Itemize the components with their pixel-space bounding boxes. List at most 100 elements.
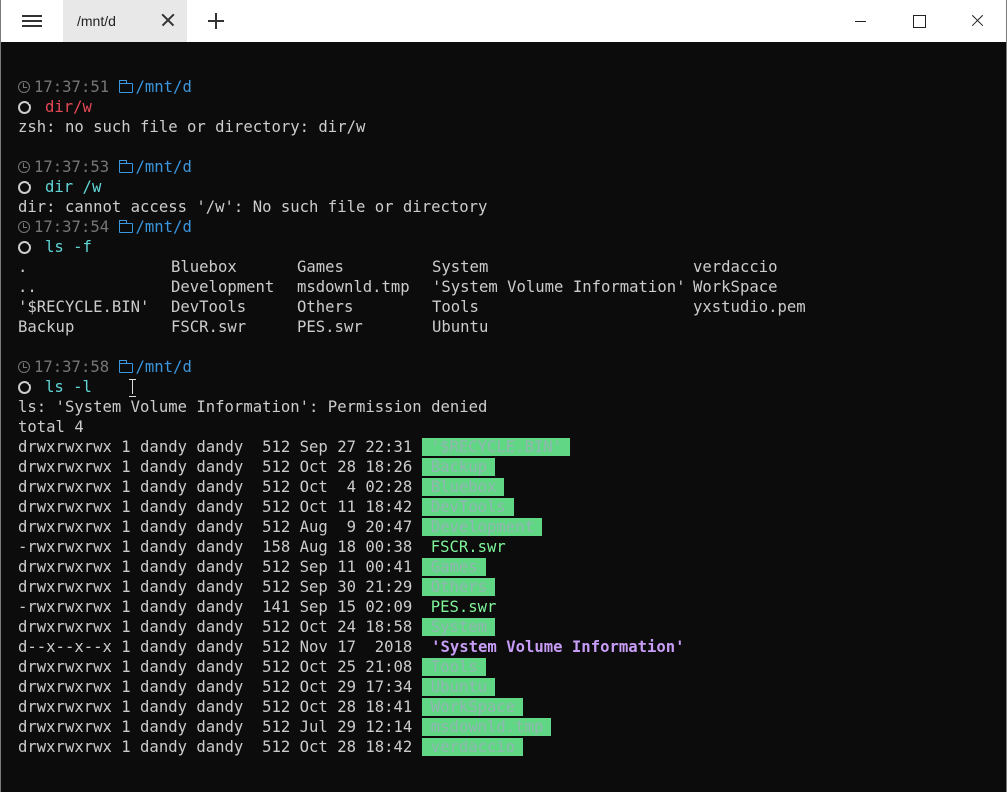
listing-info: -rwxrwxrwx 1 dandy dandy 158 Aug 18 00:3… — [18, 538, 413, 556]
file-grid-row: . Bluebox Games System verdaccio — [18, 257, 1006, 277]
folder-icon — [118, 360, 133, 373]
file-grid-entry: verdaccio — [693, 258, 778, 276]
title-bar: /mnt/d — [0, 0, 1007, 42]
file-grid-entry: '$RECYCLE.BIN' — [18, 298, 150, 316]
listing-row: -rwxrwxrwx 1 dandy dandy 141 Sep 15 02:0… — [18, 597, 1006, 617]
listing-name: Others — [421, 578, 496, 596]
listing-info: drwxrwxrwx 1 dandy dandy 512 Aug 9 20:47 — [18, 518, 413, 536]
prompt-icon — [18, 100, 33, 114]
folder-icon — [118, 160, 133, 173]
listing-row: drwxrwxrwx 1 dandy dandy 512 Jul 29 12:1… — [18, 717, 1006, 737]
prompt-time: 17:37:54 — [34, 218, 110, 236]
prompt-path: /mnt/d — [135, 78, 192, 96]
prompt-icon — [18, 240, 33, 254]
output-line: dir: cannot access '/w': No such file or… — [18, 198, 488, 216]
listing-name: msdownld.tmp — [421, 718, 552, 736]
listing-row: drwxrwxrwx 1 dandy dandy 512 Oct 29 17:3… — [18, 677, 1006, 697]
listing-info: -rwxrwxrwx 1 dandy dandy 141 Sep 15 02:0… — [18, 598, 413, 616]
file-grid-row: Backup FSCR.swr PES.swr Ubuntu — [18, 317, 1006, 337]
listing-row: drwxrwxrwx 1 dandy dandy 512 Aug 9 20:47… — [18, 517, 1006, 537]
listing-row: drwxrwxrwx 1 dandy dandy 512 Sep 27 22:3… — [18, 437, 1006, 457]
listing-name: System — [421, 618, 496, 636]
listing-name: Games — [421, 558, 486, 576]
file-grid-entry: msdownld.tmp — [297, 278, 410, 296]
file-grid-entry: System — [432, 258, 489, 276]
listing-name: Backup — [421, 458, 496, 476]
listing-name: Bluebox — [421, 478, 505, 496]
file-grid-entry: PES.swr — [297, 318, 363, 336]
file-grid-entry: . — [18, 258, 28, 276]
prompt-icon — [18, 180, 33, 194]
close-window-button[interactable] — [948, 0, 1006, 42]
title-bar-drag-area[interactable] — [245, 0, 832, 42]
file-grid-entry: Tools — [432, 298, 479, 316]
clock-icon — [18, 161, 30, 173]
file-grid-entry: Development — [171, 278, 275, 296]
prompt-path: /mnt/d — [135, 218, 192, 236]
output-line: ls: 'System Volume Information': Permiss… — [18, 398, 488, 416]
command-text: ls -f — [45, 238, 92, 256]
listing-row: d--x--x--x 1 dandy dandy 512 Nov 17 2018… — [18, 637, 1006, 657]
folder-icon — [118, 220, 133, 233]
prompt-info-line: 17:37:53 /mnt/d — [18, 157, 1006, 177]
maximize-button[interactable] — [890, 0, 948, 42]
terminal-output[interactable]: 17:37:51 /mnt/d dir/w zsh: no such file or… — [0, 42, 1007, 792]
prompt-path: /mnt/d — [135, 158, 192, 176]
tab-mnt-d[interactable]: /mnt/d — [63, 0, 187, 42]
command-line: ls -l — [18, 377, 1006, 397]
hamburger-menu-button[interactable] — [1, 0, 63, 42]
listing-name: FSCR.swr — [430, 538, 506, 556]
prompt-info-line: 17:37:51 /mnt/d — [18, 77, 1006, 97]
file-grid-entry: Bluebox — [171, 258, 237, 276]
file-grid-entry: WorkSpace — [693, 278, 778, 296]
tab-close-icon[interactable] — [159, 11, 177, 29]
listing-info: drwxrwxrwx 1 dandy dandy 512 Oct 25 21:0… — [18, 658, 413, 676]
listing-info: drwxrwxrwx 1 dandy dandy 512 Sep 30 21:2… — [18, 578, 413, 596]
file-grid-entry: DevTools — [171, 298, 247, 316]
file-grid-entry: yxstudio.pem — [693, 298, 806, 316]
new-tab-button[interactable] — [187, 0, 245, 42]
file-grid-entry: .. — [18, 278, 37, 296]
listing-info: d--x--x--x 1 dandy dandy 512 Nov 17 2018 — [18, 638, 413, 656]
listing-info: drwxrwxrwx 1 dandy dandy 512 Oct 28 18:2… — [18, 458, 413, 476]
listing-name: DevTools — [421, 498, 514, 516]
file-grid-entry — [693, 317, 893, 337]
file-grid-entry: Ubuntu — [432, 318, 489, 336]
listing-info: drwxrwxrwx 1 dandy dandy 512 Jul 29 12:1… — [18, 718, 413, 736]
listing-info: drwxrwxrwx 1 dandy dandy 512 Oct 28 18:4… — [18, 738, 413, 756]
tab-title: /mnt/d — [77, 13, 116, 29]
listing-info: drwxrwxrwx 1 dandy dandy 512 Oct 28 18:4… — [18, 698, 413, 716]
command-text: dir/w — [45, 98, 92, 116]
listing-row: drwxrwxrwx 1 dandy dandy 512 Oct 28 18:4… — [18, 737, 1006, 757]
listing-name: Development — [421, 518, 542, 536]
file-grid-row: .. Development msdownld.tmp 'System Volume … — [18, 277, 1006, 297]
file-grid-entry: Games — [297, 258, 344, 276]
listing-info: drwxrwxrwx 1 dandy dandy 512 Oct 4 02:28 — [18, 478, 413, 496]
file-grid-entry: FSCR.swr — [171, 318, 247, 336]
listing-name: WorkSpace — [421, 698, 524, 716]
listing-name: 'System Volume Information' — [421, 638, 685, 656]
folder-icon — [118, 80, 133, 93]
file-grid-row: '$RECYCLE.BIN' DevTools Others Tools yxstudi… — [18, 297, 1006, 317]
listing-name: verdaccio — [421, 738, 524, 756]
listing-name: Tools — [421, 658, 486, 676]
prompt-path: /mnt/d — [135, 358, 192, 376]
prompt-icon — [18, 380, 33, 394]
prompt-time: 17:37:58 — [34, 358, 110, 376]
listing-row: drwxrwxrwx 1 dandy dandy 512 Oct 4 02:28… — [18, 477, 1006, 497]
file-grid-entry: 'System Volume Information' — [432, 278, 686, 296]
clock-icon — [18, 81, 30, 93]
listing-row: drwxrwxrwx 1 dandy dandy 512 Sep 30 21:2… — [18, 577, 1006, 597]
command-text: ls -l — [45, 378, 92, 396]
prompt-time: 17:37:53 — [34, 158, 110, 176]
minimize-button[interactable] — [832, 0, 890, 42]
command-line: ls -f — [18, 237, 1006, 257]
listing-info: drwxrwxrwx 1 dandy dandy 512 Oct 24 18:5… — [18, 618, 413, 636]
hamburger-icon — [22, 15, 42, 27]
listing-row: drwxrwxrwx 1 dandy dandy 512 Oct 28 18:2… — [18, 457, 1006, 477]
listing-name: Ubuntu — [421, 678, 496, 696]
listing-info: drwxrwxrwx 1 dandy dandy 512 Sep 27 22:3… — [18, 438, 413, 456]
listing-row: drwxrwxrwx 1 dandy dandy 512 Oct 24 18:5… — [18, 617, 1006, 637]
